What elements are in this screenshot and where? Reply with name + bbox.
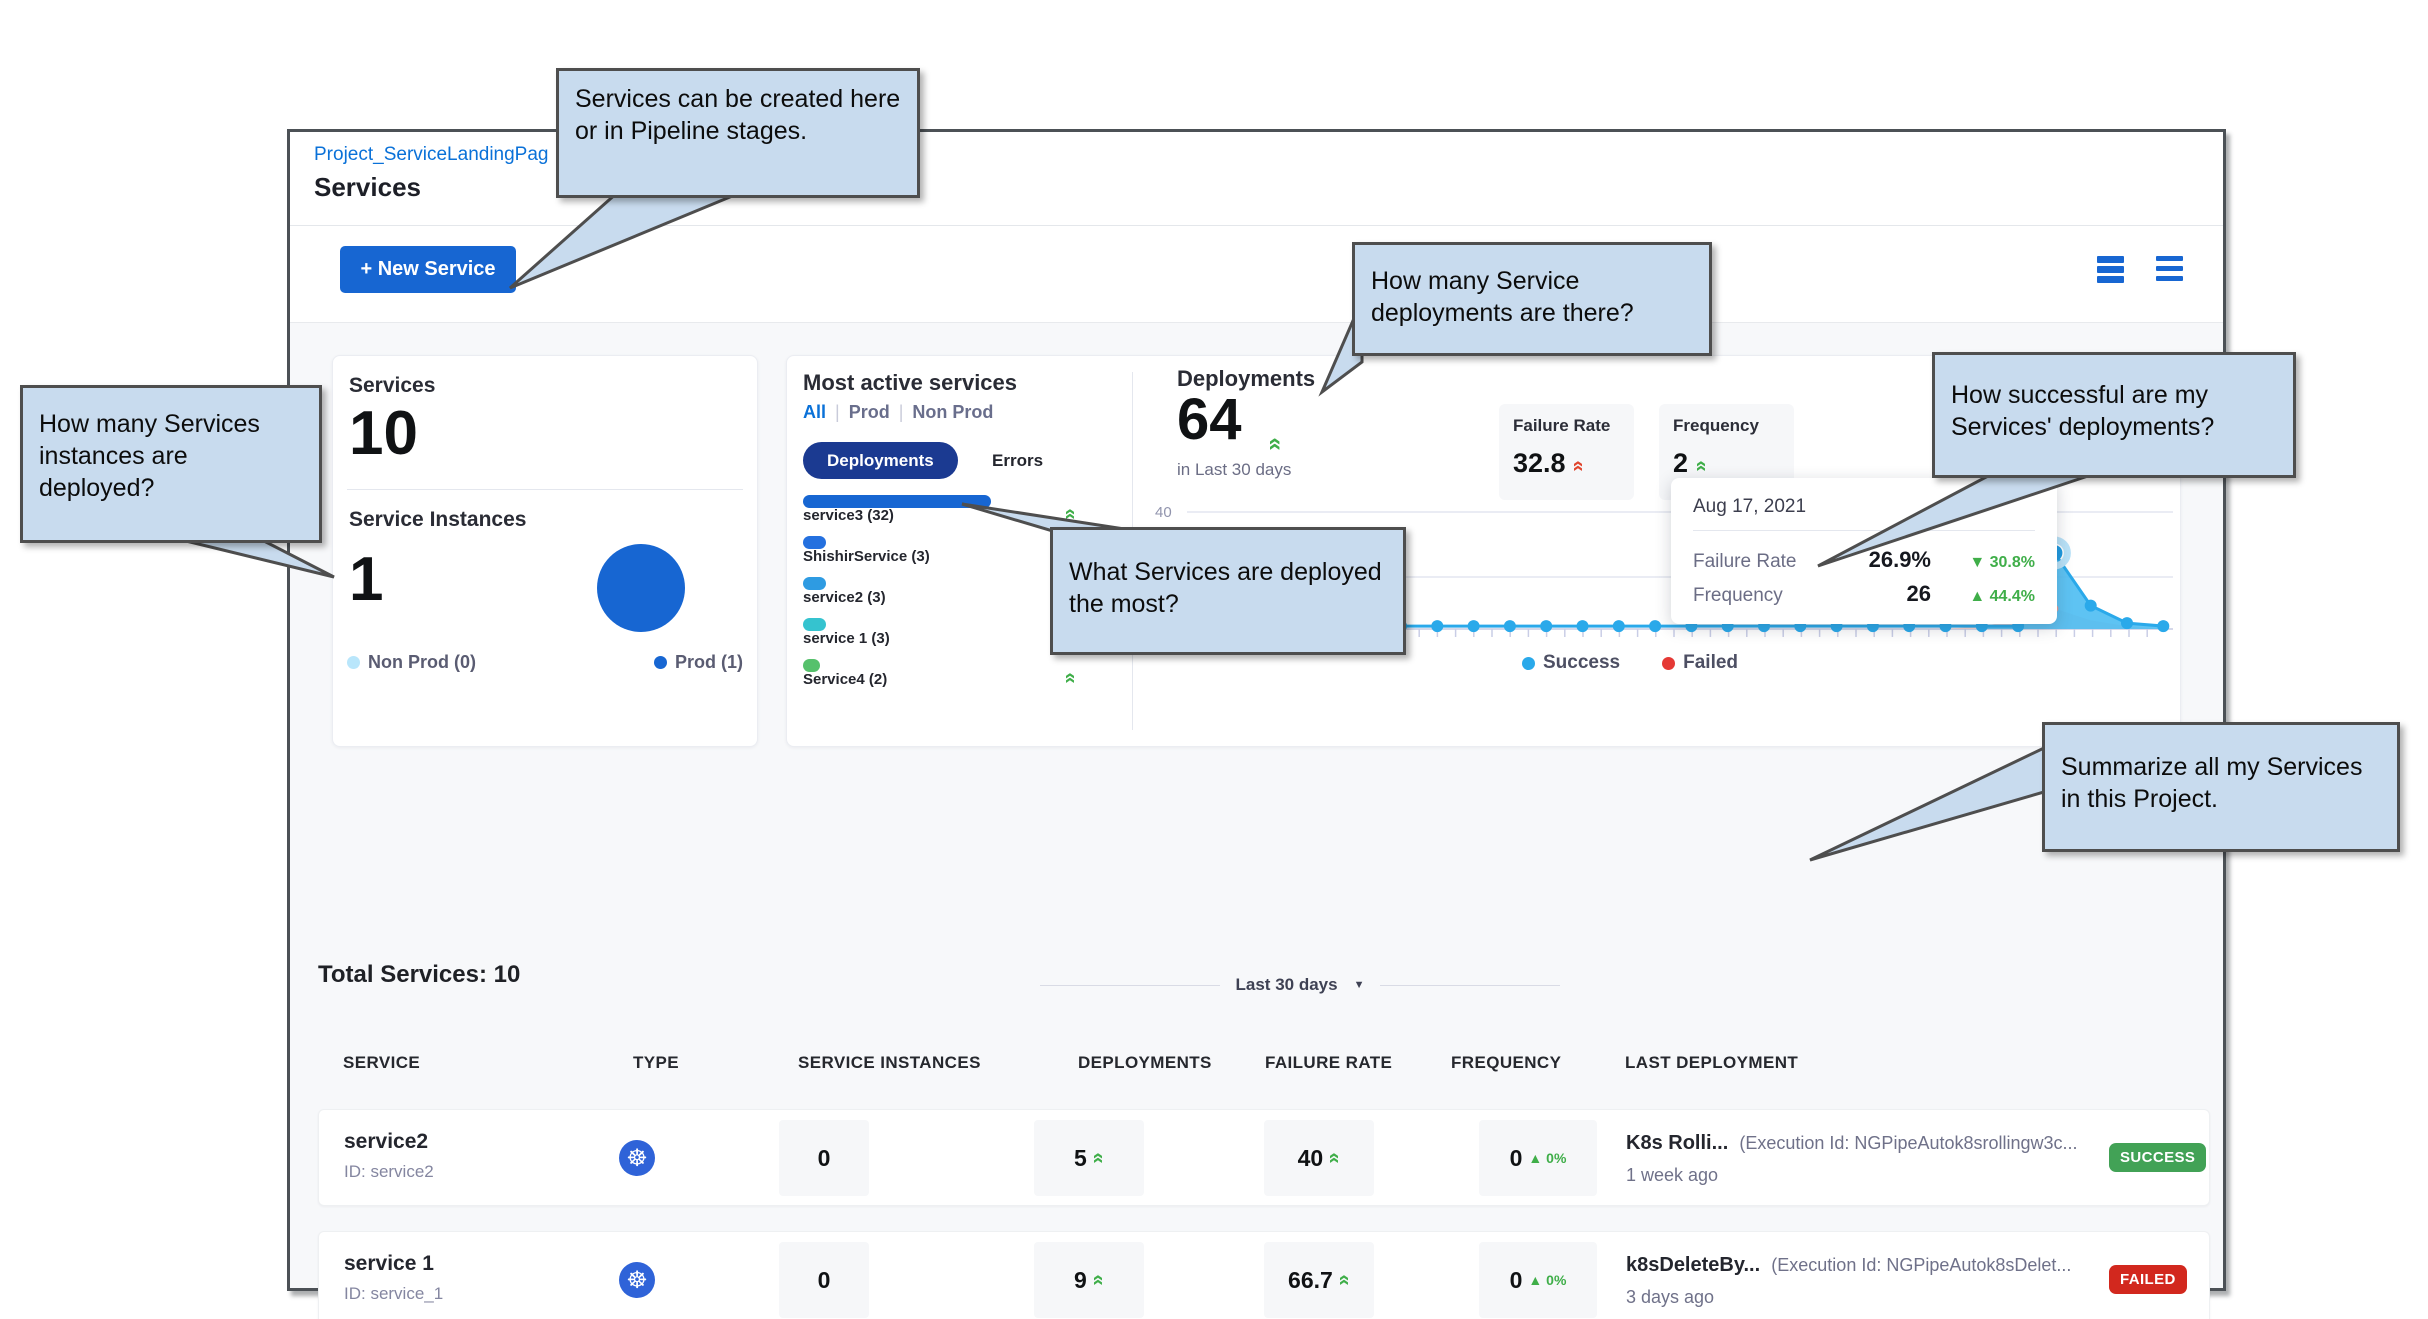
col-last-deployment: LAST DEPLOYMENT: [1625, 1053, 1798, 1073]
instances-cell: 0: [779, 1242, 869, 1318]
trend-up-icon: «: [1061, 508, 1081, 519]
status-badge: FAILED: [2109, 1265, 2187, 1294]
service-instances-count: 1: [349, 544, 383, 615]
legend-failed[interactable]: Failed: [1662, 652, 1738, 674]
filter-all[interactable]: All: [803, 402, 826, 422]
active-service-label: ShishirService (3): [803, 548, 930, 565]
trend-up-icon: «: [1061, 672, 1081, 683]
last-deployment-cell: K8s Rolli... (Execution Id: NGPipeAutok8…: [1626, 1132, 2078, 1186]
chart-legend: Success Failed: [1522, 652, 1738, 674]
callout-summarize: Summarize all my Services in this Projec…: [2042, 722, 2400, 852]
col-type: TYPE: [633, 1053, 679, 1073]
trend-up-red-icon: «: [1569, 460, 1589, 471]
chevron-down-icon: ▼: [1354, 979, 1365, 991]
table-row[interactable]: service 1 ID: service_1 ☸ 0 9« 66.7« 0▲ 0…: [318, 1231, 2210, 1319]
trend-up-icon: «: [1334, 1274, 1354, 1285]
service-id: ID: service_1: [344, 1284, 443, 1304]
table-row[interactable]: service2 ID: service2 ☸ 0 5« 40« 0▲ 0% K8…: [318, 1109, 2210, 1206]
table-header-row: SERVICE TYPE SERVICE INSTANCES DEPLOYMEN…: [318, 1053, 2195, 1077]
tooltip-failure-row: Failure Rate 26.9% ▼ 30.8%: [1693, 547, 2035, 573]
callout-successful: How successful are my Services' deployme…: [1932, 352, 2296, 478]
range-dropdown[interactable]: Last 30 days ▼: [980, 975, 1620, 995]
chart-tooltip: Aug 17, 2021 Failure Rate 26.9% ▼ 30.8% …: [1671, 478, 2057, 624]
col-service: SERVICE: [343, 1053, 420, 1073]
trend-up-icon: «: [1088, 1274, 1108, 1285]
callout-create-services: Services can be created here or in Pipel…: [556, 68, 920, 198]
services-label: Services: [349, 374, 435, 398]
failure-rate-stat: Failure Rate 32.8 «: [1499, 404, 1634, 500]
y-axis-tick-label: 40: [1155, 504, 1172, 521]
active-service-label: Service4 (2): [803, 671, 887, 688]
kubernetes-icon: ☸: [619, 1140, 655, 1176]
tooltip-frequency-row: Frequency 26 ▲ 44.4%: [1693, 581, 2035, 607]
col-instances: SERVICE INSTANCES: [798, 1053, 981, 1073]
callout-most-deployed: What Services are deployed the most?: [1050, 527, 1406, 655]
frequency-cell: 0▲ 0%: [1479, 1242, 1597, 1318]
deployments-count: 64: [1177, 386, 1242, 453]
tooltip-date: Aug 17, 2021: [1693, 496, 2035, 518]
trend-up-icon: «: [1691, 460, 1711, 471]
view-toggle: [2097, 256, 2183, 283]
service-id: ID: service2: [344, 1162, 434, 1182]
prod-dot-icon: [654, 656, 667, 669]
card-view-icon[interactable]: [2097, 256, 2124, 283]
callout-instances: How many Services instances are deployed…: [20, 385, 322, 543]
tab-errors[interactable]: Errors: [992, 451, 1043, 471]
list-view-icon[interactable]: [2156, 256, 2183, 283]
page-title: Services: [314, 172, 421, 203]
last-deployment-cell: k8sDeleteBy... (Execution Id: NGPipeAuto…: [1626, 1254, 2071, 1308]
instances-pie: [597, 544, 685, 632]
kubernetes-icon: ☸: [619, 1262, 655, 1298]
nonprod-dot-icon: [347, 656, 360, 669]
service-name: service 1: [344, 1252, 443, 1276]
service-instances-label: Service Instances: [349, 508, 526, 532]
most-active-title: Most active services: [803, 370, 1017, 396]
callout-deployments: How many Service deployments are there?: [1352, 242, 1712, 356]
col-deployments: DEPLOYMENTS: [1078, 1053, 1212, 1073]
failure-rate-cell: 40«: [1264, 1120, 1374, 1196]
failure-rate-cell: 66.7«: [1264, 1242, 1374, 1318]
success-dot-icon: [1522, 657, 1535, 670]
services-count: 10: [349, 398, 418, 469]
tab-deployments[interactable]: Deployments: [803, 442, 958, 479]
card-divider: [347, 489, 743, 490]
legend-success[interactable]: Success: [1522, 652, 1620, 674]
instances-cell: 0: [779, 1120, 869, 1196]
services-summary-card: Services 10 Service Instances 1 Non Prod…: [332, 355, 758, 747]
trend-up-icon: «: [1264, 437, 1288, 450]
total-services-label: Total Services: 10: [318, 961, 520, 989]
new-service-button[interactable]: + New Service: [340, 246, 516, 293]
col-frequency: FREQUENCY: [1451, 1053, 1561, 1073]
service-name: service2: [344, 1130, 434, 1154]
app-window: Project_ServiceLandingPag Services + New…: [287, 129, 2226, 1291]
deployments-cell: 5«: [1034, 1120, 1144, 1196]
col-failure-rate: FAILURE RATE: [1265, 1053, 1392, 1073]
trend-up-icon: «: [1325, 1152, 1345, 1163]
breadcrumb[interactable]: Project_ServiceLandingPag: [314, 144, 549, 166]
trend-up-icon: «: [1088, 1152, 1108, 1163]
active-service-label: service2 (3): [803, 589, 886, 606]
frequency-cell: 0▲ 0%: [1479, 1120, 1597, 1196]
instances-legend: Non Prod (0) Prod (1): [347, 652, 743, 673]
active-service-label: service3 (32): [803, 507, 894, 524]
failed-dot-icon: [1662, 657, 1675, 670]
deployments-cell: 9«: [1034, 1242, 1144, 1318]
legend-prod: Prod (1): [654, 652, 743, 673]
filter-prod[interactable]: Prod: [849, 402, 890, 422]
screenshot-canvas: Project_ServiceLandingPag Services + New…: [0, 0, 2428, 1319]
status-badge: SUCCESS: [2109, 1143, 2206, 1172]
active-service-label: service 1 (3): [803, 630, 890, 647]
deployments-subtitle: in Last 30 days: [1177, 460, 1291, 480]
env-filters: All|Prod|Non Prod: [803, 402, 993, 423]
header-divider: [290, 225, 2223, 226]
legend-nonprod: Non Prod (0): [347, 652, 476, 673]
filter-nonprod[interactable]: Non Prod: [912, 402, 993, 422]
